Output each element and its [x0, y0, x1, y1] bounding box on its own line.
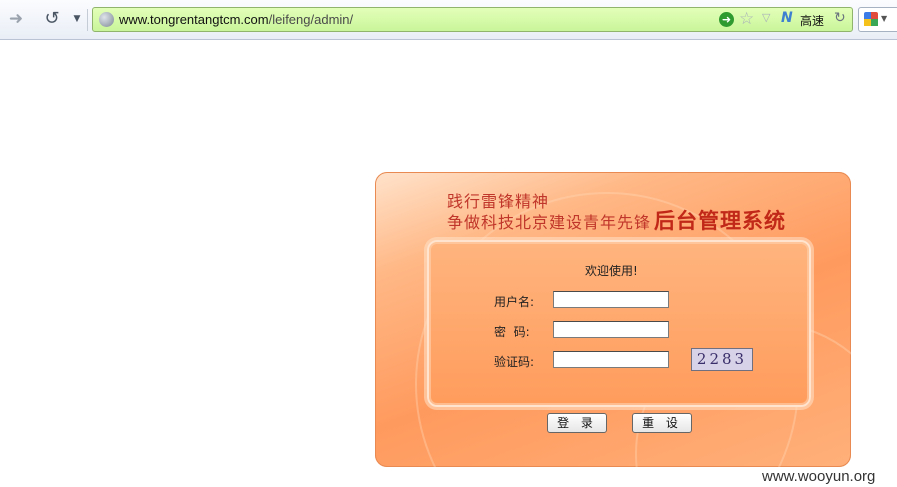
speed-mode-label[interactable]: 高速: [800, 12, 824, 29]
google-icon[interactable]: [864, 12, 878, 26]
reload-icon[interactable]: ↺: [41, 8, 63, 30]
url-path: /leifeng/admin/: [268, 12, 354, 27]
system-title: 后台管理系统: [654, 209, 786, 233]
go-arrow-icon[interactable]: ➜: [719, 12, 734, 27]
search-engine-dropdown-icon[interactable]: ▼: [881, 14, 887, 23]
reset-button[interactable]: 重 设: [632, 413, 692, 433]
captcha-image[interactable]: 2283: [691, 348, 753, 371]
globe-icon: [99, 12, 114, 27]
captcha-label: 验证码:: [494, 355, 535, 369]
url-host: www.tongrentangtcm.com: [119, 12, 269, 27]
captcha-input[interactable]: [553, 351, 669, 368]
login-button[interactable]: 登 录: [547, 413, 607, 433]
search-engine-box[interactable]: ▼: [858, 7, 897, 32]
password-label: 密 码:: [494, 325, 530, 339]
slogan-line-2: 争做科技北京建设青年先锋: [447, 213, 652, 232]
history-dropdown-icon[interactable]: ▼: [70, 8, 84, 30]
browser-toolbar: ➜ ↺ ▼ www.tongrentangtcm.com/leifeng/adm…: [0, 0, 897, 40]
login-panel: 践行雷锋精神 争做科技北京建设青年先锋 后台管理系统 欢迎使用! 用户名: 密 …: [375, 172, 851, 467]
welcome-text: 欢迎使用!: [585, 264, 638, 278]
watermark: www.wooyun.org: [762, 468, 876, 485]
forward-arrow-icon[interactable]: ➜: [5, 8, 27, 30]
refresh-icon[interactable]: ↻: [834, 10, 846, 26]
star-icon[interactable]: ☆: [739, 9, 754, 29]
password-input[interactable]: [553, 321, 669, 338]
username-input[interactable]: [553, 291, 669, 308]
address-bar[interactable]: www.tongrentangtcm.com/leifeng/admin/ ➜ …: [92, 7, 853, 32]
toolbar-divider: [87, 9, 88, 31]
speed-mode-icon[interactable]: N: [781, 10, 793, 26]
chevron-down-icon[interactable]: ▽: [762, 11, 770, 24]
username-label: 用户名:: [494, 295, 535, 309]
url-text[interactable]: www.tongrentangtcm.com/leifeng/admin/: [119, 12, 353, 27]
